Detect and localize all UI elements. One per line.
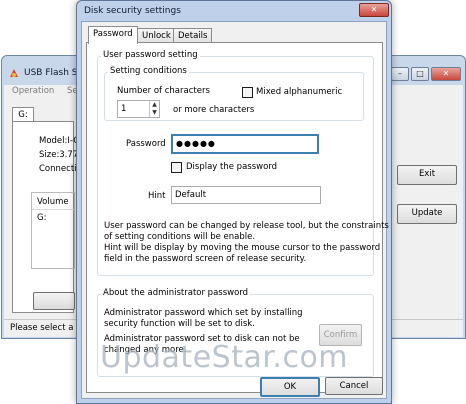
- minimize-button[interactable]: –: [391, 67, 409, 81]
- watermark: UpdateStar.com: [100, 340, 349, 375]
- volume-header: Volume: [37, 197, 69, 207]
- mixed-alphanumeric-checkbox[interactable]: [242, 87, 253, 98]
- admin-info-line-1: Administrator password which set by inst…: [104, 308, 303, 318]
- dialog-title: Disk security settings: [84, 6, 181, 16]
- usb-icon: [8, 67, 20, 79]
- more-characters-label: or more characters: [173, 105, 255, 115]
- user-info-line-4: field in the password screen of release …: [104, 254, 307, 264]
- maximize-button[interactable]: □: [411, 67, 429, 81]
- number-of-characters-input[interactable]: 1 ▲ ▼: [117, 100, 160, 118]
- volume-list[interactable]: Volume G:: [31, 192, 75, 269]
- password-label: Password: [126, 139, 166, 149]
- user-info-line-1: User password can be changed by release …: [104, 221, 389, 231]
- hint-label: Hint: [148, 191, 166, 201]
- user-password-legend: User password setting: [101, 50, 200, 60]
- user-info-line-3: Hint will be display by moving the mouse…: [104, 243, 381, 253]
- user-info-line-2: of setting conditions will be enable.: [104, 232, 256, 242]
- background-window-title: USB Flash Se: [24, 68, 84, 78]
- admin-password-legend: About the administrator password: [101, 288, 251, 298]
- display-password-checkbox[interactable]: [171, 162, 182, 173]
- password-input[interactable]: ●●●●●: [171, 134, 319, 154]
- cancel-button[interactable]: Cancel: [325, 377, 383, 395]
- model-text: Model:I-O: [39, 136, 80, 146]
- setting-conditions-legend: Setting conditions: [108, 66, 189, 76]
- status-text: Please select a d: [10, 323, 82, 333]
- drive-tab[interactable]: G:: [12, 107, 34, 122]
- exit-button[interactable]: Exit: [397, 165, 457, 185]
- tab-details[interactable]: Details: [173, 28, 213, 43]
- number-of-characters-label: Number of characters: [117, 86, 210, 96]
- size-text: Size:3.77: [39, 150, 79, 160]
- drive-panel: Model:I-O Size:3.77 Connection Volume G:: [12, 121, 87, 313]
- hint-input[interactable]: Default: [171, 186, 321, 204]
- display-password-label: Display the password: [186, 162, 278, 172]
- tab-unlock[interactable]: Unlock: [137, 28, 176, 43]
- mixed-alphanumeric-label: Mixed alphanumeric: [256, 87, 343, 97]
- close-icon[interactable]: ✕: [359, 3, 389, 17]
- tab-password[interactable]: Password: [88, 26, 138, 44]
- update-button[interactable]: Update: [397, 204, 457, 224]
- spin-arrows-icon[interactable]: ▲ ▼: [149, 101, 159, 117]
- number-of-characters-value: 1: [121, 104, 127, 114]
- background-close-button[interactable]: ✕: [431, 67, 461, 81]
- admin-info-line-2: security function will be set to disk.: [104, 319, 255, 329]
- ok-button[interactable]: OK: [260, 377, 320, 397]
- menu-operation[interactable]: Operation: [12, 86, 54, 96]
- background-partial-button[interactable]: [33, 292, 75, 310]
- volume-row[interactable]: G:: [37, 213, 46, 223]
